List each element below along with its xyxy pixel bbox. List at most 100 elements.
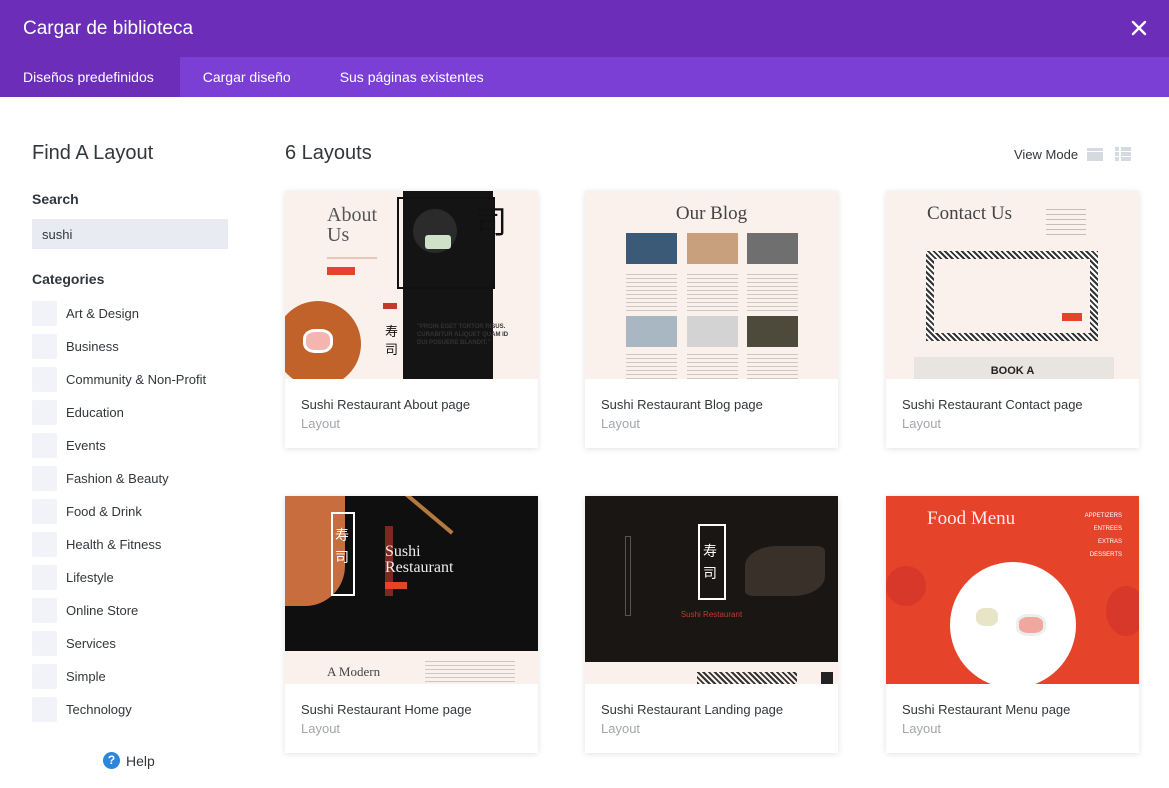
help-link[interactable]: ? Help <box>103 752 155 769</box>
category-item[interactable]: Lifestyle <box>32 561 206 594</box>
category-checkbox[interactable] <box>32 499 57 524</box>
category-label: Technology <box>66 702 132 717</box>
grid-view-icon[interactable] <box>1087 146 1104 162</box>
thumb-menu-item: EXTRAS <box>1097 539 1122 545</box>
category-checkbox[interactable] <box>32 532 57 557</box>
layout-type: Layout <box>301 721 341 736</box>
thumb-heading: Our Blog <box>675 203 748 224</box>
view-mode-label: View Mode <box>1014 146 1079 162</box>
layout-card[interactable]: 司 About Us 寿司 "PROIN EGET TORTOR RISUS. … <box>285 191 538 448</box>
layout-thumbnail: 寿司 Sushi Restaurant A Modern <box>285 496 538 684</box>
layout-thumbnail: Food Menu APPETIZERS ENTREES EXTRAS DESS… <box>886 496 1139 684</box>
category-item[interactable]: Services <box>32 627 206 660</box>
category-checkbox[interactable] <box>32 631 57 656</box>
layout-count: 6 Layouts <box>285 142 372 164</box>
thumb-menu-list: APPETIZERS ENTREES EXTRAS DESSERTS <box>1062 510 1122 562</box>
category-item[interactable]: Education <box>32 396 206 429</box>
close-icon[interactable] <box>1127 16 1151 40</box>
thumb-heading: Sushi Restaurant <box>680 610 743 619</box>
category-item[interactable]: Technology <box>32 693 206 726</box>
category-label: Art & Design <box>66 306 139 321</box>
category-label: Events <box>66 438 106 453</box>
help-icon: ? <box>103 752 120 769</box>
category-checkbox[interactable] <box>32 598 57 623</box>
category-label: Lifestyle <box>66 570 114 585</box>
category-label: Food & Drink <box>66 504 142 519</box>
layout-meta: Sushi Restaurant Blog page Layout <box>585 379 838 448</box>
category-item[interactable]: Art & Design <box>32 297 206 330</box>
layout-card[interactable]: Contact Us BOOK A Sushi Restaurant Conta… <box>886 191 1139 448</box>
category-label: Community & Non-Profit <box>66 372 207 387</box>
search-input[interactable] <box>32 219 228 249</box>
list-view-icon[interactable] <box>1115 146 1132 162</box>
category-checkbox[interactable] <box>32 565 57 590</box>
thumb-heading: Contact Us <box>927 203 1012 224</box>
layout-thumbnail: 寿司 Sushi Restaurant <box>585 496 838 684</box>
category-item[interactable]: Health & Fitness <box>32 528 206 561</box>
categories-label: Categories <box>32 271 105 287</box>
category-label: Education <box>66 405 124 420</box>
category-checkbox[interactable] <box>32 400 57 425</box>
tab-bar: Diseños predefinidos Cargar diseño Sus p… <box>0 57 1169 97</box>
category-item[interactable]: Simple <box>32 660 206 693</box>
help-label: Help <box>126 752 155 769</box>
thumb-heading: Sushi Restaurant <box>385 543 454 576</box>
layout-meta: Sushi Restaurant Home page Layout <box>285 684 538 753</box>
tab-predefined-layouts[interactable]: Diseños predefinidos <box>0 57 180 97</box>
category-label: Fashion & Beauty <box>66 471 169 486</box>
category-label: Services <box>66 636 116 651</box>
category-label: Business <box>66 339 119 354</box>
category-item[interactable]: Food & Drink <box>32 495 206 528</box>
sidebar-title: Find A Layout <box>32 142 154 164</box>
layout-type: Layout <box>601 416 641 431</box>
category-checkbox[interactable] <box>32 697 57 722</box>
layout-type: Layout <box>902 416 942 431</box>
category-list: Art & Design Business Community & Non-Pr… <box>32 297 206 726</box>
tab-existing-pages[interactable]: Sus páginas existentes <box>317 57 510 97</box>
thumb-heading: Food Menu <box>927 508 1016 529</box>
modal-header: Cargar de biblioteca <box>0 0 1169 57</box>
layout-name: Sushi Restaurant Menu page <box>902 702 1071 717</box>
category-checkbox[interactable] <box>32 433 57 458</box>
layout-type: Layout <box>902 721 942 736</box>
category-label: Online Store <box>66 603 139 618</box>
layout-card[interactable]: Our Blog Sushi Restaurant Blog page Layo… <box>585 191 838 448</box>
category-item[interactable]: Online Store <box>32 594 206 627</box>
layout-name: Sushi Restaurant Contact page <box>902 397 1083 412</box>
layout-meta: Sushi Restaurant Menu page Layout <box>886 684 1139 753</box>
thumb-menu-item: ENTREES <box>1093 526 1122 532</box>
category-item[interactable]: Community & Non-Profit <box>32 363 206 396</box>
layout-card[interactable]: 寿司 Sushi Restaurant A Modern Sushi Resta… <box>285 496 538 753</box>
category-item[interactable]: Events <box>32 429 206 462</box>
category-checkbox[interactable] <box>32 334 57 359</box>
category-item[interactable]: Fashion & Beauty <box>32 462 206 495</box>
layout-meta: Sushi Restaurant Landing page Layout <box>585 684 838 753</box>
thumb-subheading: A Modern <box>327 664 381 679</box>
layout-name: Sushi Restaurant Landing page <box>601 702 784 717</box>
thumb-quote: "PROIN EGET TORTOR RISUS. CURABITUR ALIQ… <box>417 324 509 346</box>
view-mode: View Mode <box>1014 146 1143 162</box>
thumb-footer: BOOK A <box>990 365 1035 377</box>
thumb-heading: About Us <box>327 204 377 246</box>
layout-card[interactable]: 寿司 Sushi Restaurant Sushi Restaurant Lan… <box>585 496 838 753</box>
category-checkbox[interactable] <box>32 466 57 491</box>
layout-card[interactable]: Food Menu APPETIZERS ENTREES EXTRAS DESS… <box>886 496 1139 753</box>
layout-type: Layout <box>301 416 341 431</box>
layout-name: Sushi Restaurant Home page <box>301 702 472 717</box>
category-label: Simple <box>66 669 106 684</box>
category-checkbox[interactable] <box>32 367 57 392</box>
layout-thumbnail: Our Blog <box>585 191 838 379</box>
thumb-menu-item: APPETIZERS <box>1084 513 1122 519</box>
tab-upload-layout[interactable]: Cargar diseño <box>180 57 317 97</box>
category-item[interactable]: Business <box>32 330 206 363</box>
layout-meta: Sushi Restaurant About page Layout <box>285 379 538 448</box>
search-label: Search <box>32 191 79 207</box>
category-checkbox[interactable] <box>32 301 57 326</box>
layout-name: Sushi Restaurant About page <box>301 397 471 412</box>
category-label: Health & Fitness <box>66 537 162 552</box>
layout-thumbnail: Contact Us BOOK A <box>886 191 1139 379</box>
layout-name: Sushi Restaurant Blog page <box>601 397 763 412</box>
layout-thumbnail: 司 About Us 寿司 "PROIN EGET TORTOR RISUS. … <box>285 191 538 379</box>
layout-type: Layout <box>601 721 641 736</box>
category-checkbox[interactable] <box>32 664 57 689</box>
